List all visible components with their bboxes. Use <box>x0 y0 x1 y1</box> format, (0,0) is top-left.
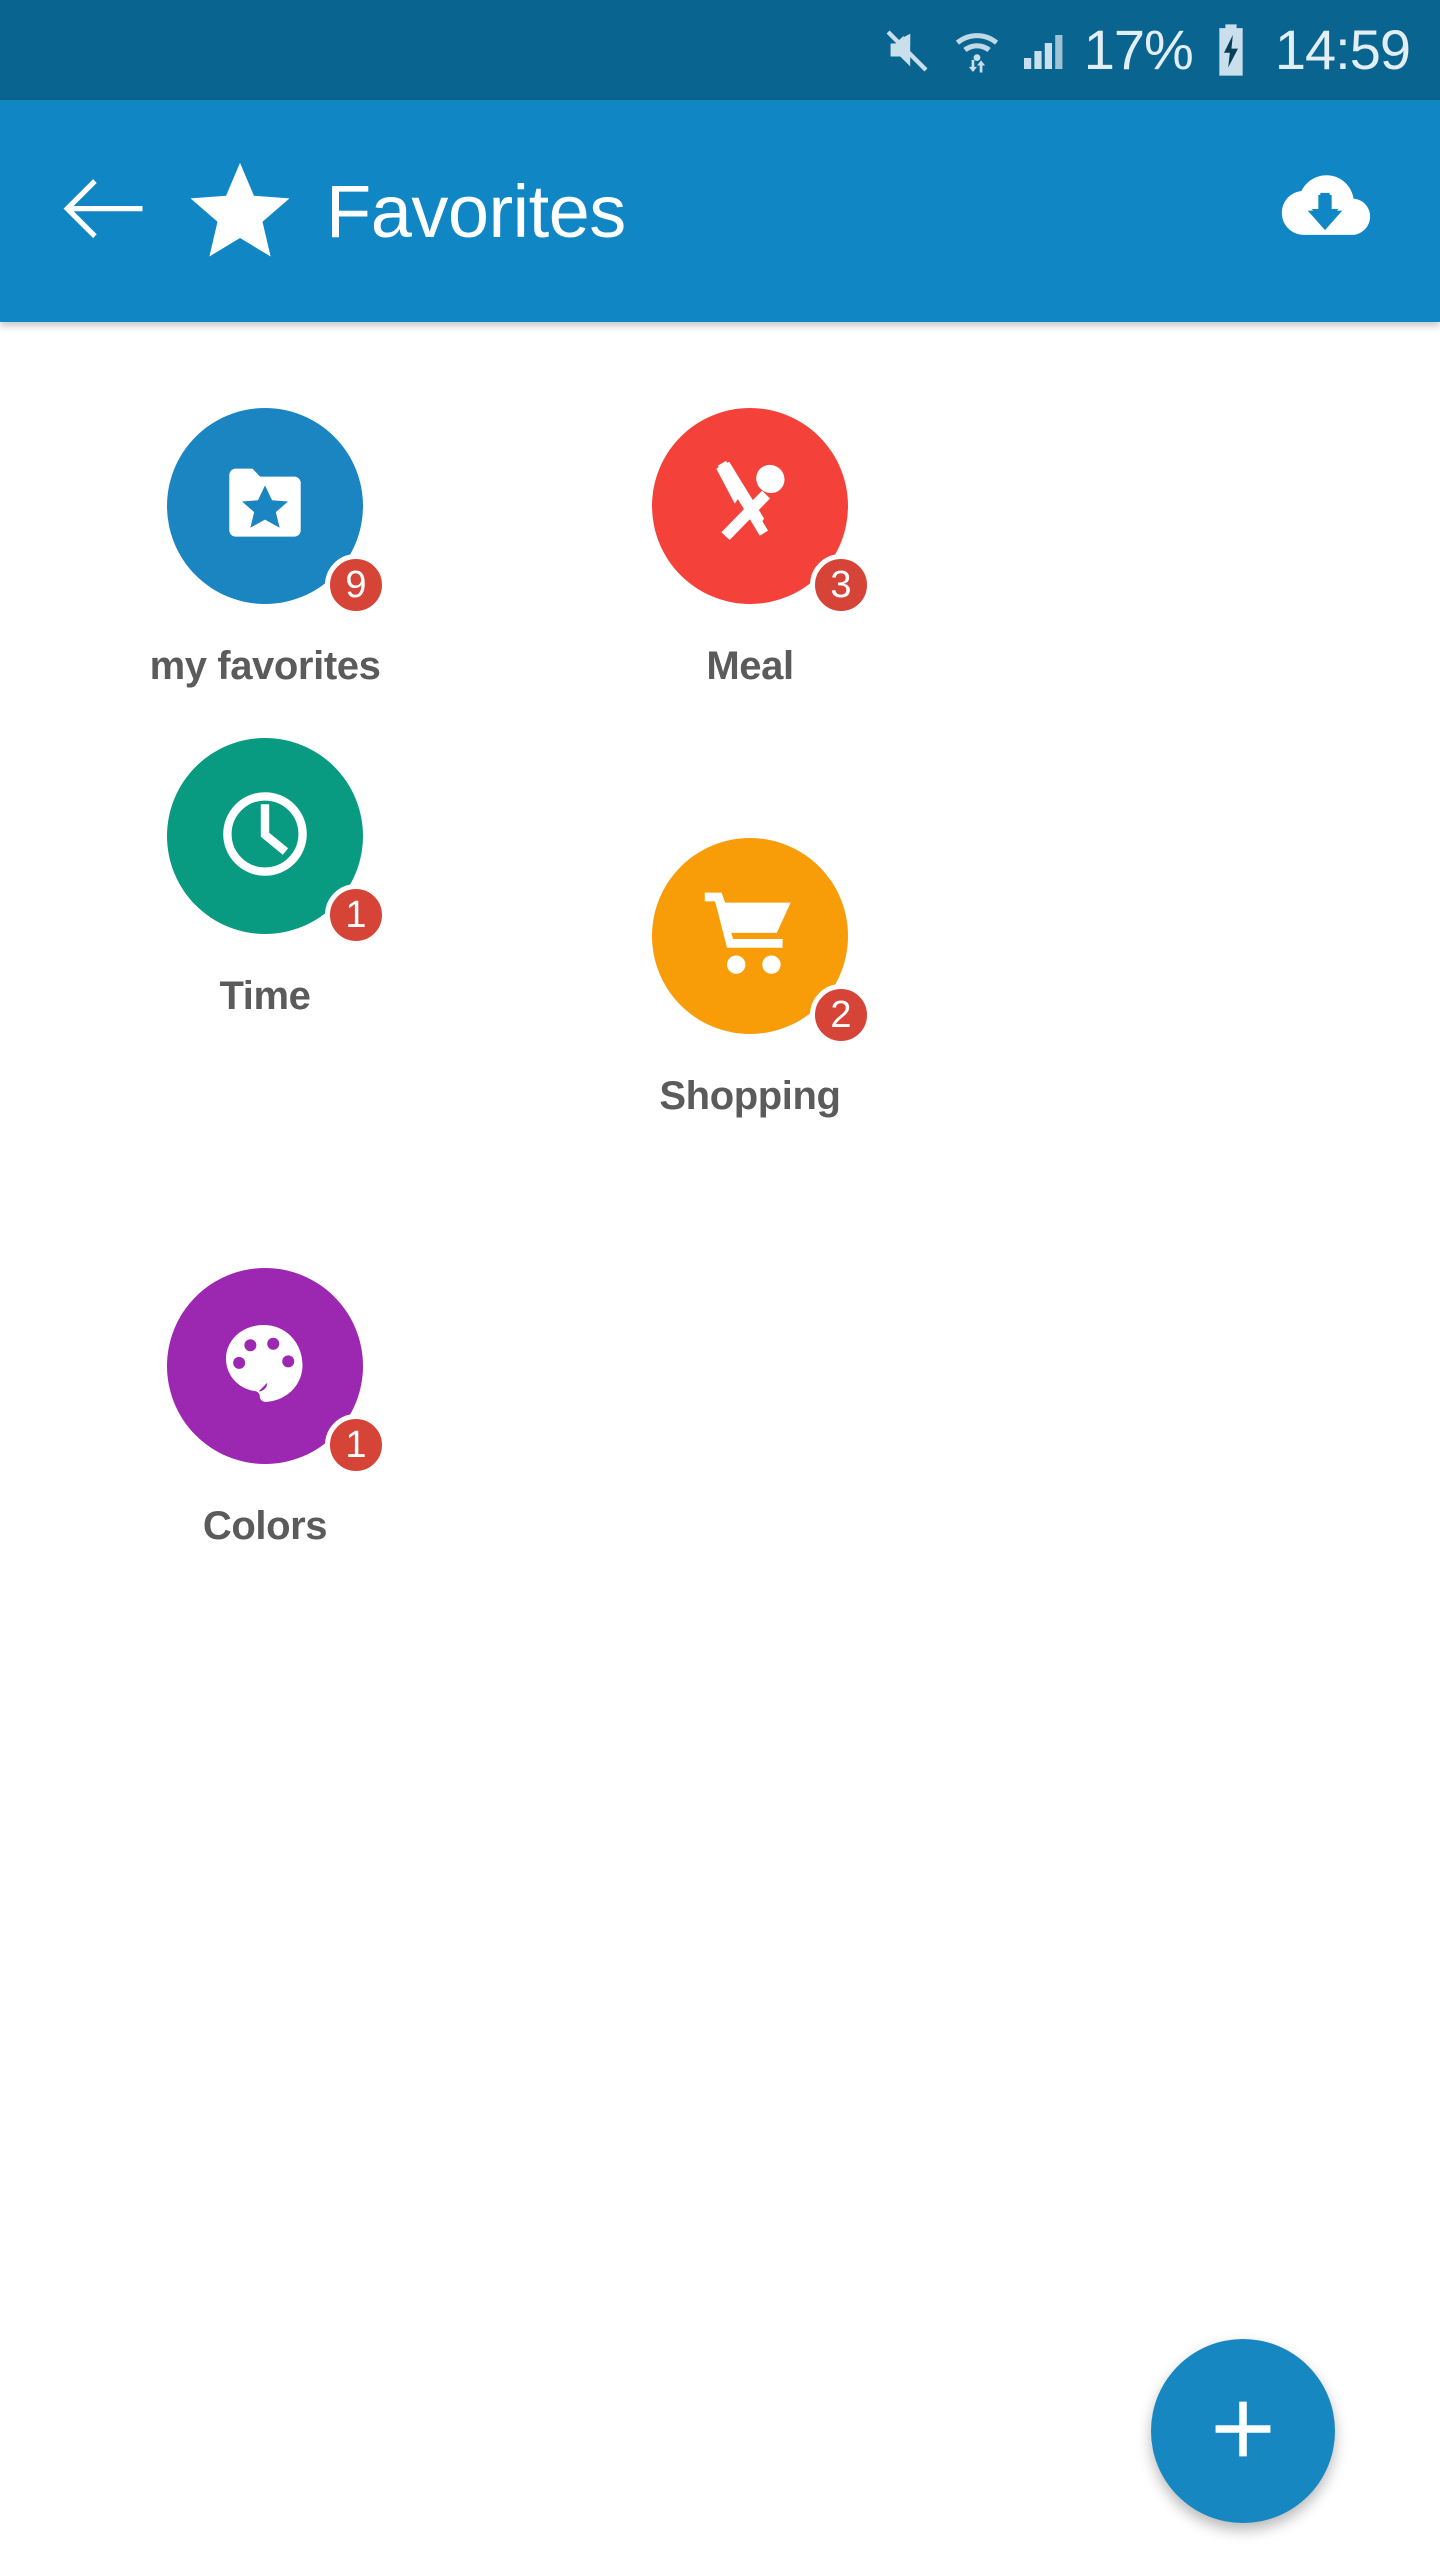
shopping-cart-icon <box>700 888 800 985</box>
category-icon-wrap: 9 <box>167 408 387 616</box>
content-area: 9 my favorites 3 Meal 1 Time 2 Shopping … <box>0 322 1440 2560</box>
signal-icon <box>1020 26 1068 74</box>
add-button[interactable] <box>1151 2339 1335 2523</box>
category-grid: 9 my favorites 3 Meal 1 Time 2 Shopping … <box>0 408 1440 1598</box>
badge-count: 2 <box>810 984 872 1046</box>
category-icon-wrap: 3 <box>652 408 872 616</box>
battery-percent-label: 17% <box>1083 18 1194 81</box>
plus-icon <box>1208 2394 1278 2469</box>
category-icon-wrap: 1 <box>167 738 387 946</box>
arrow-left-icon <box>59 174 145 249</box>
cloud-download-button[interactable] <box>1270 156 1380 266</box>
status-bar: 17% 14:59 <box>0 0 1440 100</box>
category-label: Meal <box>706 644 794 688</box>
category-label: Shopping <box>659 1074 841 1118</box>
clock-time-label: 14:59 <box>1274 18 1411 81</box>
category-label: Time <box>219 974 311 1018</box>
badge-count: 1 <box>325 1414 387 1476</box>
cutlery-icon <box>703 457 797 556</box>
app-bar: Favorites <box>0 100 1440 322</box>
category-item-shopping[interactable]: 2 Shopping <box>530 838 970 1168</box>
battery-charging-icon <box>1209 22 1253 78</box>
category-label: my favorites <box>149 644 381 688</box>
badge-count: 1 <box>325 884 387 946</box>
category-label: Colors <box>202 1504 328 1548</box>
badge-count: 9 <box>325 554 387 616</box>
wifi-icon <box>950 23 1004 77</box>
folder-star-icon <box>219 466 311 547</box>
star-icon <box>186 159 294 263</box>
category-icon-wrap: 1 <box>167 1268 387 1476</box>
category-icon-wrap: 2 <box>652 838 872 1046</box>
category-item-my-favorites[interactable]: 9 my favorites <box>45 408 485 738</box>
page-title: Favorites <box>326 169 626 253</box>
clock-icon <box>217 786 313 887</box>
category-item-colors[interactable]: 1 Colors <box>45 1268 485 1598</box>
palette-icon <box>220 1319 310 1414</box>
badge-count: 3 <box>810 554 872 616</box>
cloud-download-icon <box>1274 169 1376 254</box>
category-item-time[interactable]: 1 Time <box>45 738 485 1068</box>
mute-icon <box>882 24 934 76</box>
back-button[interactable] <box>56 165 148 257</box>
category-item-meal[interactable]: 3 Meal <box>530 408 970 738</box>
